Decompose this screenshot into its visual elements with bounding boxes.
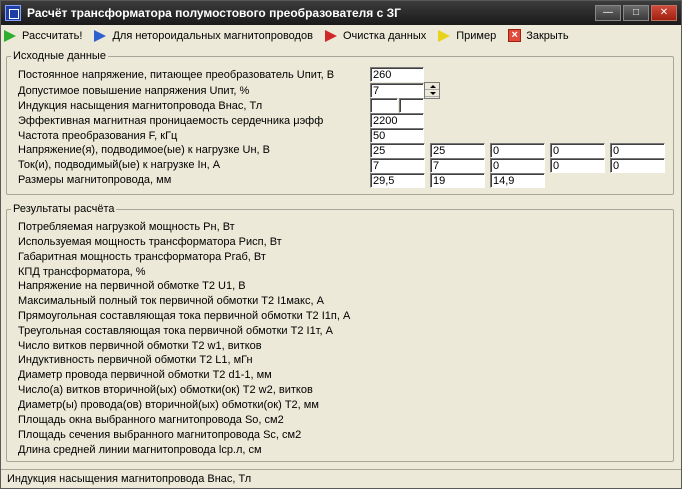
green-arrow-icon [4,29,18,43]
result-label-rect-current: Прямоугольная составляющая тока первично… [18,310,351,322]
label-frequency: Частота преобразования F, кГц [18,130,178,142]
load-voltage-input-1[interactable] [370,143,425,158]
result-label-primary-turns: Число витков первичной обмотки Т2 w1, ви… [18,340,262,352]
core-dimension-input-3[interactable] [490,173,545,188]
spin-up-icon[interactable] [425,83,439,90]
window-controls: — □ ✕ [595,5,677,21]
result-label-primary-voltage: Напряжение на первичной обмотке Т2 U1, В [18,280,246,292]
non-toroidal-button[interactable]: Для нетороидальных магнитопроводов [91,27,315,45]
load-current-input-4[interactable] [550,158,605,173]
result-label-load-power: Потребляемая нагрузкой мощность Рн, Вт [18,221,235,233]
load-current-input-1[interactable] [370,158,425,173]
example-label: Пример [456,30,497,42]
voltage-rise-spinner[interactable] [424,82,440,99]
result-label-section-area: Площадь сечения выбранного магнитопровод… [18,429,302,441]
label-supply-voltage: Постоянное напряжение, питающее преобраз… [18,69,335,81]
spin-down-icon[interactable] [425,90,439,97]
toolbar: Рассчитать! Для нетороидальных магнитопр… [1,26,681,46]
label-core-dimensions: Размеры магнитопровода, мм [18,174,172,186]
voltage-rise-input[interactable] [370,83,424,98]
close-button[interactable]: × Закрыть [505,27,571,45]
result-label-window-area: Площадь окна выбранного магнитопровода S… [18,414,284,426]
clear-data-button[interactable]: Очистка данных [322,27,429,45]
result-label-used-power: Используемая мощность трансформатора Рис… [18,236,282,248]
core-dimension-input-1[interactable] [370,173,425,188]
load-voltage-input-3[interactable] [490,143,545,158]
results-group-legend: Результаты расчёта [13,203,115,215]
minimize-button[interactable]: — [595,5,621,21]
close-window-button[interactable]: ✕ [651,5,677,21]
status-bar: Индукция насыщения магнитопровода Внас, … [1,469,681,488]
label-load-voltage: Напряжение(я), подводимое(ые) к нагрузке… [18,144,270,156]
non-toroidal-label: Для нетороидальных магнитопроводов [112,30,313,42]
saturation-input-b[interactable] [399,98,424,113]
calculate-button[interactable]: Рассчитать! [1,27,85,45]
result-label-max-current: Максимальный полный ток первичной обмотк… [18,295,324,307]
permeability-input[interactable] [370,113,424,128]
result-label-overall-power: Габаритная мощность трансформатора Pгаб,… [18,251,266,263]
result-label-mean-length: Длина средней линии магнитопровода lср.л… [18,444,262,456]
blue-arrow-icon [94,29,108,43]
load-voltage-input-2[interactable] [430,143,485,158]
load-voltage-input-5[interactable] [610,143,665,158]
yellow-arrow-icon [438,29,452,43]
result-label-efficiency: КПД трансформатора, % [18,266,146,278]
result-label-inductance: Индуктивность первичной обмотки Т2 L1, м… [18,354,253,366]
calculate-label: Рассчитать! [22,30,83,42]
red-arrow-icon [324,29,339,43]
supply-voltage-input[interactable] [370,67,424,82]
result-label-secondary-wire: Диаметр(ы) провода(ов) вторичной(ых) обм… [18,399,319,411]
label-saturation: Индукция насыщения магнитопровода Внас, … [18,100,263,112]
clear-data-label: Очистка данных [342,30,427,42]
label-voltage-rise: Допустимое повышение напряжения Uпит, % [18,85,250,97]
core-dimension-input-2[interactable] [430,173,485,188]
frequency-input[interactable] [370,128,424,143]
close-label: Закрыть [526,30,569,42]
title-bar[interactable]: Расчёт трансформатора полумостового прео… [1,1,681,25]
load-current-input-3[interactable] [490,158,545,173]
load-current-input-2[interactable] [430,158,485,173]
result-label-secondary-turns: Число(а) витков вторичной(ых) обмотки(ок… [18,384,313,396]
label-permeability: Эффективная магнитная проницаемость серд… [18,115,324,127]
window-title: Расчёт трансформатора полумостового прео… [27,6,401,20]
result-label-primary-wire: Диаметр провода первичной обмотки Т2 d1-… [18,369,272,381]
close-icon: × [508,29,522,43]
label-load-current: Ток(и), подводимый(ые) к нагрузке Iн, А [18,159,221,171]
load-current-input-5[interactable] [610,158,665,173]
input-group-legend: Исходные данные [13,50,106,62]
example-button[interactable]: Пример [435,27,499,45]
app-icon [5,5,21,21]
result-label-tri-current: Треугольная составляющая тока первичной … [18,325,333,337]
load-voltage-input-4[interactable] [550,143,605,158]
main-window: Расчёт трансформатора полумостового прео… [0,0,682,489]
maximize-button[interactable]: □ [623,5,649,21]
saturation-input-a[interactable] [370,98,398,113]
